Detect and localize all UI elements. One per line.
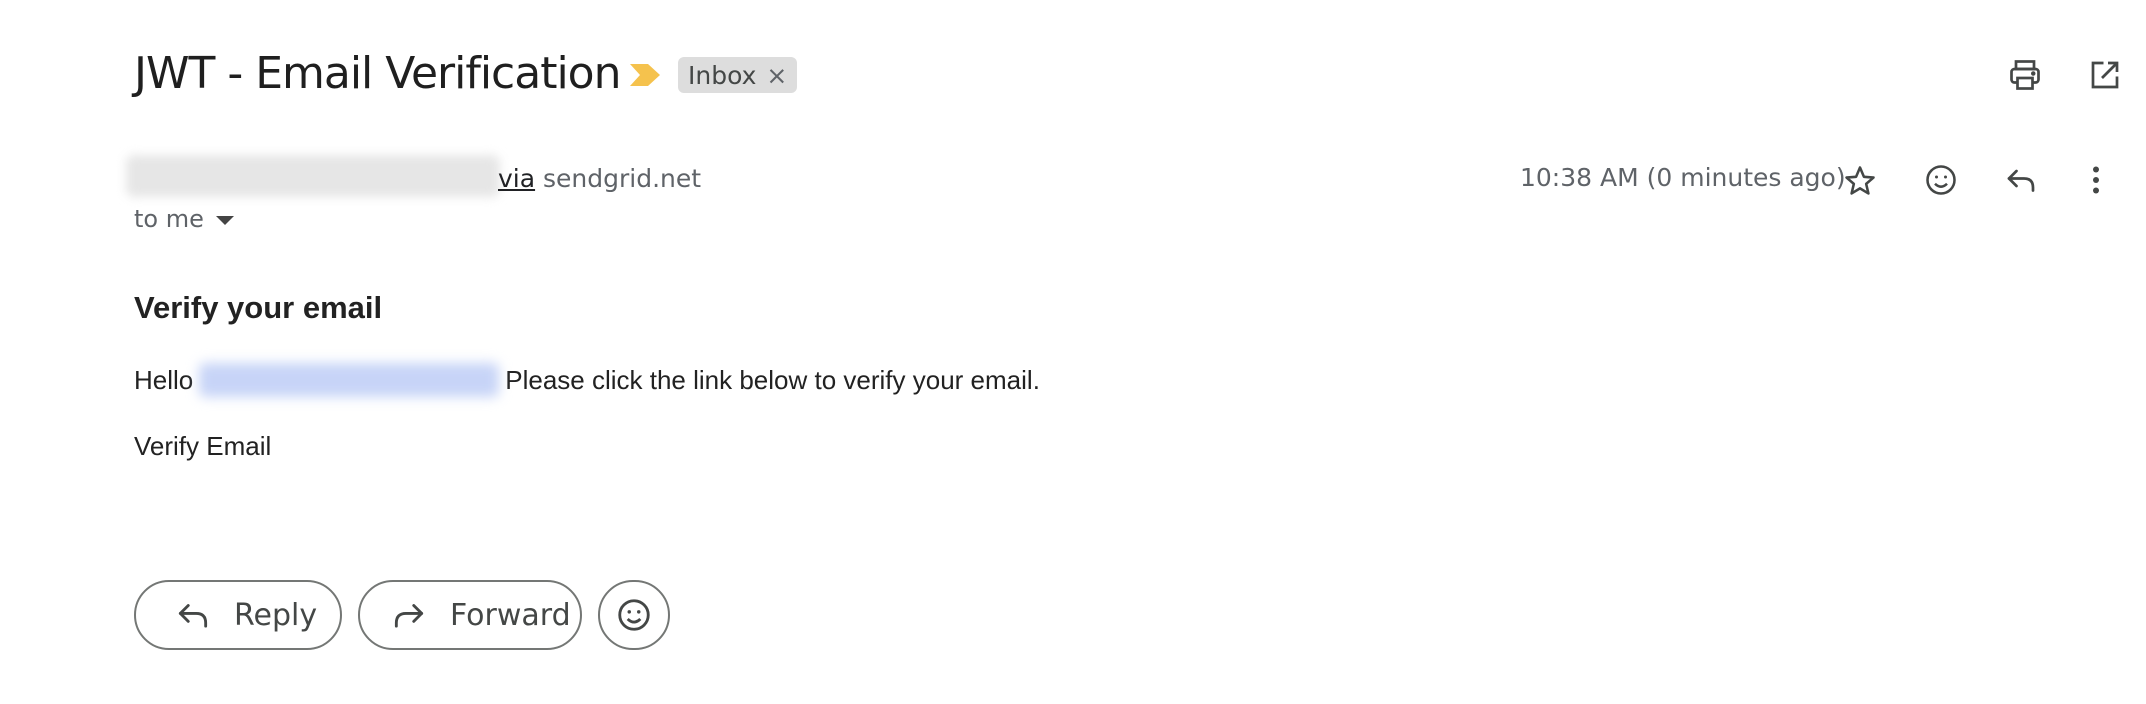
recipient-details-toggle[interactable]: to me [134, 204, 234, 234]
open-in-new-window-button[interactable] [2083, 53, 2127, 97]
print-icon [2010, 60, 2040, 90]
emoji-icon [1926, 165, 1956, 195]
reply-icon [178, 604, 208, 628]
emoji-icon [618, 599, 650, 631]
chevron-down-icon [215, 216, 234, 225]
email-subject: JWT - Email Verification [134, 48, 621, 99]
reply-icon-button[interactable] [1996, 155, 2046, 205]
open-in-new-window-icon [2091, 61, 2119, 89]
react-button[interactable] [598, 580, 670, 650]
importance-marker-icon[interactable] [628, 62, 662, 88]
forward-button-label: Forward [450, 597, 571, 633]
star-button[interactable] [1836, 157, 1884, 205]
instruction-text: Please click the link below to verify yo… [505, 365, 1040, 395]
more-options-button[interactable] [2076, 155, 2116, 205]
message-timestamp: 10:38 AM (0 minutes ago) [1520, 163, 1846, 192]
more-vert-icon [2093, 166, 2099, 194]
forward-button[interactable]: Forward [358, 580, 582, 650]
reply-icon [2007, 169, 2035, 192]
reply-button-label: Reply [234, 597, 318, 633]
forward-icon [394, 604, 424, 628]
greeting-text: Hello [134, 365, 194, 395]
recipient-text: to me [134, 205, 204, 233]
email-body-line: Hello Please click the link below to ver… [134, 362, 1040, 398]
star-icon [1845, 166, 1875, 195]
inbox-label-text: Inbox [688, 60, 757, 90]
sender-address-redacted [126, 155, 500, 197]
inbox-label-chip: Inbox × [678, 57, 798, 93]
email-body-title: Verify your email [134, 290, 383, 325]
sender-via: via sendgrid.net [498, 164, 701, 194]
verify-email-link[interactable]: Verify Email [134, 428, 271, 464]
via-domain: sendgrid.net [535, 164, 702, 193]
remove-label-button[interactable]: × [766, 61, 787, 90]
via-link[interactable]: via [498, 164, 535, 193]
add-reaction-button[interactable] [1916, 155, 1966, 205]
recipient-email-redacted[interactable] [199, 363, 500, 397]
print-button[interactable] [2003, 53, 2047, 97]
reply-button[interactable]: Reply [134, 580, 342, 650]
